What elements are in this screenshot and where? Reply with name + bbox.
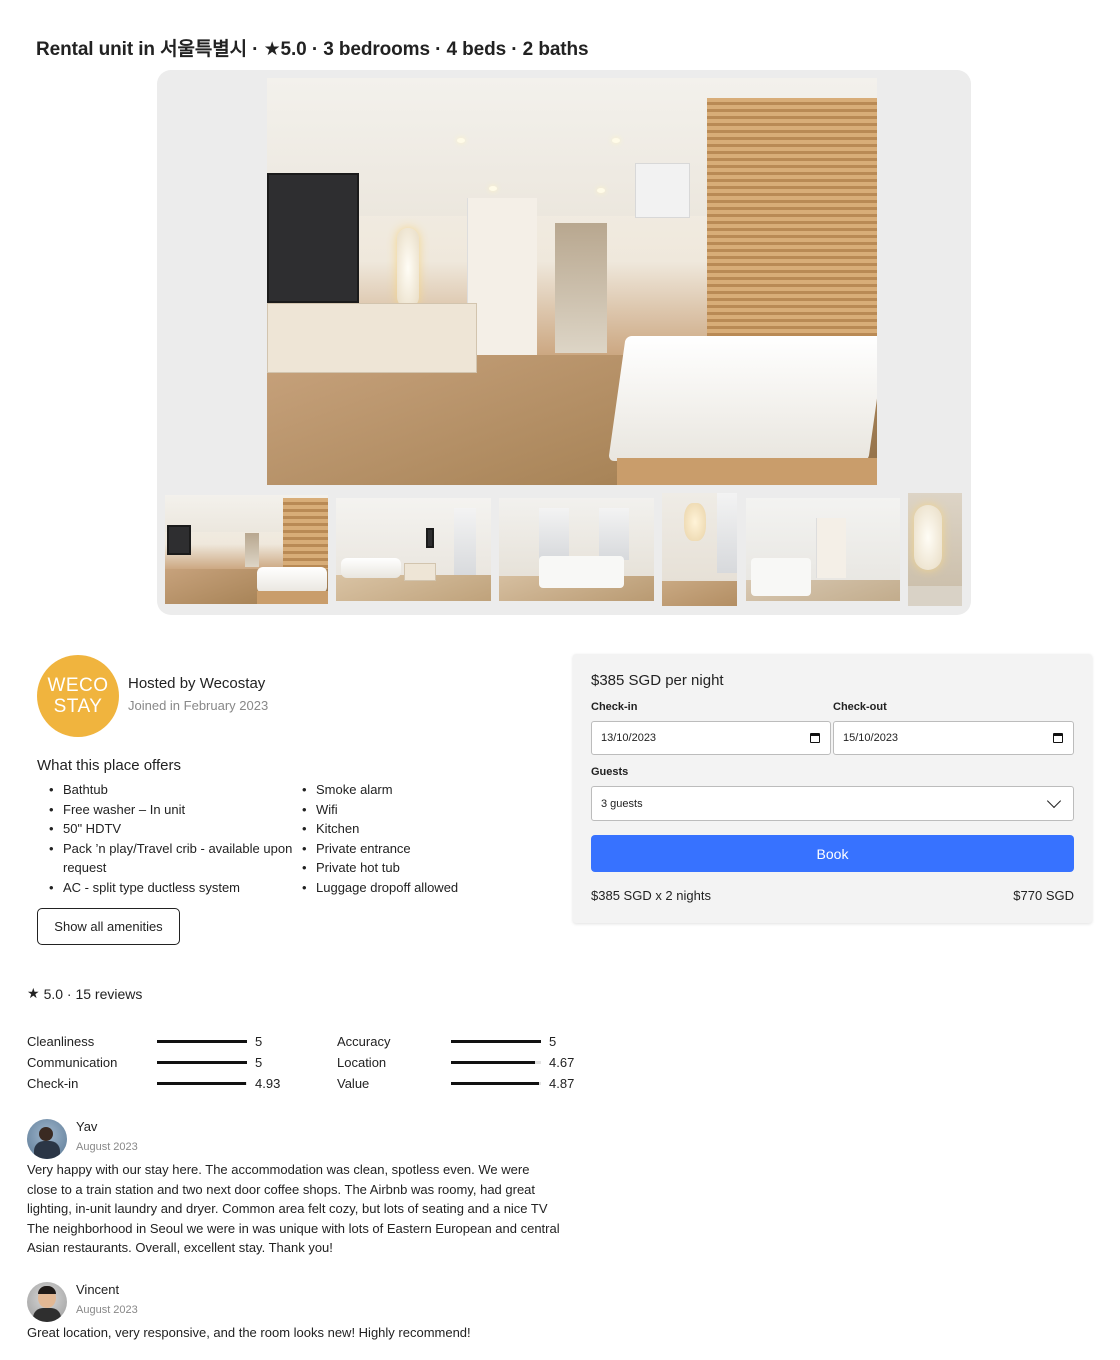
rating-bar-accuracy (451, 1040, 541, 1043)
rating-value-accuracy: 5 (549, 1034, 557, 1049)
star-icon: ★ (27, 985, 40, 1001)
host-joined-date: Joined in February 2023 (128, 698, 269, 713)
photo-gallery (157, 70, 971, 615)
rating-label-location: Location (337, 1055, 387, 1070)
calendar-icon[interactable] (1053, 733, 1063, 743)
amenity-item: Free washer – In unit (37, 800, 305, 820)
checkout-date-input[interactable]: 15/10/2023 (833, 721, 1074, 755)
calendar-icon[interactable] (810, 733, 820, 743)
thumbnail-5[interactable] (746, 498, 900, 601)
review-text: Very happy with our stay here. The accom… (27, 1162, 560, 1256)
reviewer-avatar[interactable] (27, 1282, 67, 1322)
rating-value-communication: 5 (255, 1055, 263, 1070)
reviewer-name: Yav (76, 1119, 98, 1134)
thumbnail-3[interactable] (499, 498, 654, 601)
rating-label-accuracy: Accuracy (337, 1034, 391, 1049)
review-date: August 2023 (76, 1304, 138, 1316)
host-avatar-text-1: WECO (47, 675, 109, 696)
rating-bar-location (451, 1061, 541, 1064)
price-calculation: $385 SGD x 2 nights (591, 888, 711, 903)
rating-bar-communication (157, 1061, 247, 1064)
amenity-item: AC - split type ductless system (37, 878, 305, 898)
rating-value-value: 4.87 (549, 1076, 575, 1091)
rating-value-location: 4.67 (549, 1055, 575, 1070)
thumbnail-6[interactable] (908, 493, 962, 606)
checkout-label: Check-out (833, 701, 887, 713)
chevron-down-icon (1046, 793, 1062, 809)
host-avatar: WECO STAY (37, 655, 119, 737)
amenity-item: 50" HDTV (37, 819, 305, 839)
thumbnail-4[interactable] (662, 493, 737, 606)
show-all-amenities-button[interactable]: Show all amenities (37, 908, 180, 945)
amenity-item: Pack ’n play/Travel crib - available upo… (37, 839, 305, 878)
rating-value-cleanliness: 5 (255, 1034, 263, 1049)
thumbnail-1[interactable] (165, 495, 328, 604)
rating-label-checkin: Check-in (27, 1076, 79, 1091)
reviewer-avatar[interactable] (27, 1119, 67, 1159)
review-date: August 2023 (76, 1141, 138, 1153)
rating-bar-cleanliness (157, 1040, 247, 1043)
amenity-item: Private hot tub (290, 858, 530, 878)
checkout-date-value: 15/10/2023 (843, 732, 899, 744)
amenity-item: Luggage dropoff allowed (290, 878, 530, 898)
guests-select[interactable]: 3 guests (591, 786, 1074, 821)
checkin-date-input[interactable]: 13/10/2023 (591, 721, 831, 755)
host-avatar-text-2: STAY (53, 696, 103, 717)
amenity-item: Smoke alarm (290, 780, 530, 800)
reviewer-name: Vincent (76, 1282, 120, 1297)
main-photo[interactable] (267, 78, 877, 485)
rating-summary-text: 5.0 · 15 reviews (43, 985, 143, 1002)
review-text: Great location, very responsive, and the… (27, 1325, 471, 1340)
amenity-item: Wifi (290, 800, 530, 820)
rating-summary: ★ 5.0 · 15 reviews (27, 985, 142, 1002)
rating-label-communication: Communication (27, 1055, 118, 1070)
amenities-list-left: Bathtub Free washer – In unit 50" HDTV P… (37, 780, 305, 898)
guests-label: Guests (591, 766, 629, 778)
checkin-label: Check-in (591, 701, 638, 713)
amenities-list-right: Smoke alarm Wifi Kitchen Private entranc… (290, 780, 530, 898)
thumbnail-2[interactable] (336, 498, 491, 601)
listing-title: Rental unit in 서울특별시 · ★5.0 · 3 bedrooms… (36, 39, 589, 60)
amenity-item: Bathtub (37, 780, 305, 800)
price-total: $770 SGD (1013, 888, 1074, 903)
book-button[interactable]: Book (591, 835, 1074, 872)
rating-label-value: Value (337, 1076, 370, 1091)
host-name: Hosted by Wecostay (128, 675, 266, 692)
amenity-item: Kitchen (290, 819, 530, 839)
rating-value-checkin: 4.93 (255, 1076, 281, 1091)
rating-label-cleanliness: Cleanliness (27, 1034, 95, 1049)
booking-card: $385 SGD per night Check-in 13/10/2023 C… (573, 654, 1092, 923)
guests-value: 3 guests (601, 798, 643, 810)
amenity-item: Private entrance (290, 839, 530, 859)
checkin-date-value: 13/10/2023 (601, 732, 657, 744)
rating-bar-value (451, 1082, 541, 1085)
amenities-heading: What this place offers (37, 757, 181, 774)
rating-bar-checkin (157, 1082, 247, 1085)
price-per-night: $385 SGD per night (591, 672, 724, 689)
